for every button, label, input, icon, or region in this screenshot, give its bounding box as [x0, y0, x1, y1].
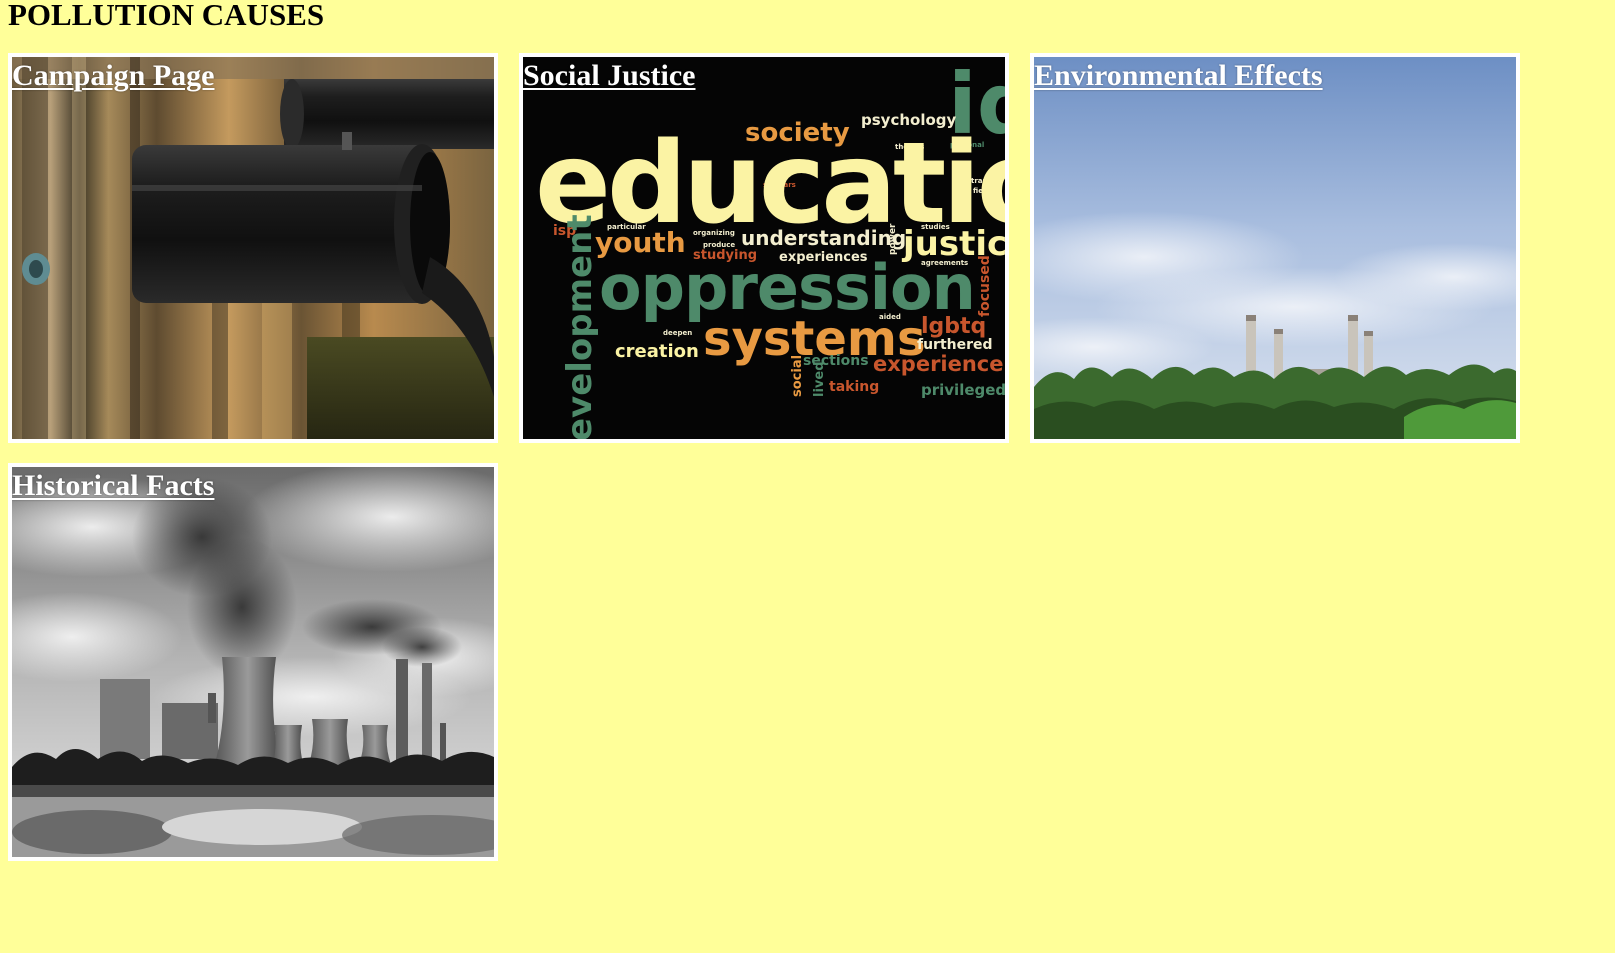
- campaign-page-tile[interactable]: Campaign Page: [8, 53, 498, 443]
- environmental-effects-tile[interactable]: Environmental Effects: [1030, 53, 1520, 443]
- historical-facts-link[interactable]: Historical Facts: [12, 469, 214, 503]
- power-plant-image: [12, 467, 494, 857]
- word-social: social: [790, 355, 805, 397]
- pipes-photo[interactable]: Campaign Page: [12, 57, 494, 439]
- word-deepen: deepen: [663, 329, 692, 337]
- pipes-image: [12, 57, 494, 439]
- word-focused: focused: [977, 255, 993, 317]
- social-justice-tile[interactable]: id society psychology themes personal tr…: [519, 53, 1009, 443]
- word-cloud-graphic: id society psychology themes personal tr…: [523, 57, 1005, 439]
- word-cloud-image[interactable]: id society psychology themes personal tr…: [523, 57, 1005, 439]
- word-understanding: understanding: [741, 226, 906, 250]
- word-taking: taking: [829, 379, 879, 395]
- word-lived: lived: [812, 361, 827, 397]
- word-privileged: privileged: [921, 381, 1005, 399]
- word-organizing: organizing: [693, 229, 735, 237]
- historical-facts-tile[interactable]: Historical Facts: [8, 463, 498, 861]
- page-title: POLLUTION CAUSES: [8, 0, 325, 32]
- word-furthered: furthered: [917, 337, 993, 353]
- power-plant-photo[interactable]: Historical Facts: [12, 467, 494, 857]
- word-aided: aided: [879, 313, 901, 321]
- environmental-effects-link[interactable]: Environmental Effects: [1034, 59, 1323, 93]
- word-development: evelopment: [560, 214, 600, 439]
- word-experience: experience: [873, 352, 1004, 376]
- campaign-page-link[interactable]: Campaign Page: [12, 59, 215, 93]
- factory-skyline-photo[interactable]: Environmental Effects: [1034, 57, 1516, 439]
- word-lgbtq: lgbtq: [921, 314, 986, 339]
- social-justice-link[interactable]: Social Justice: [523, 59, 696, 93]
- word-creation: creation: [615, 341, 699, 362]
- factory-skyline-image: [1034, 57, 1516, 439]
